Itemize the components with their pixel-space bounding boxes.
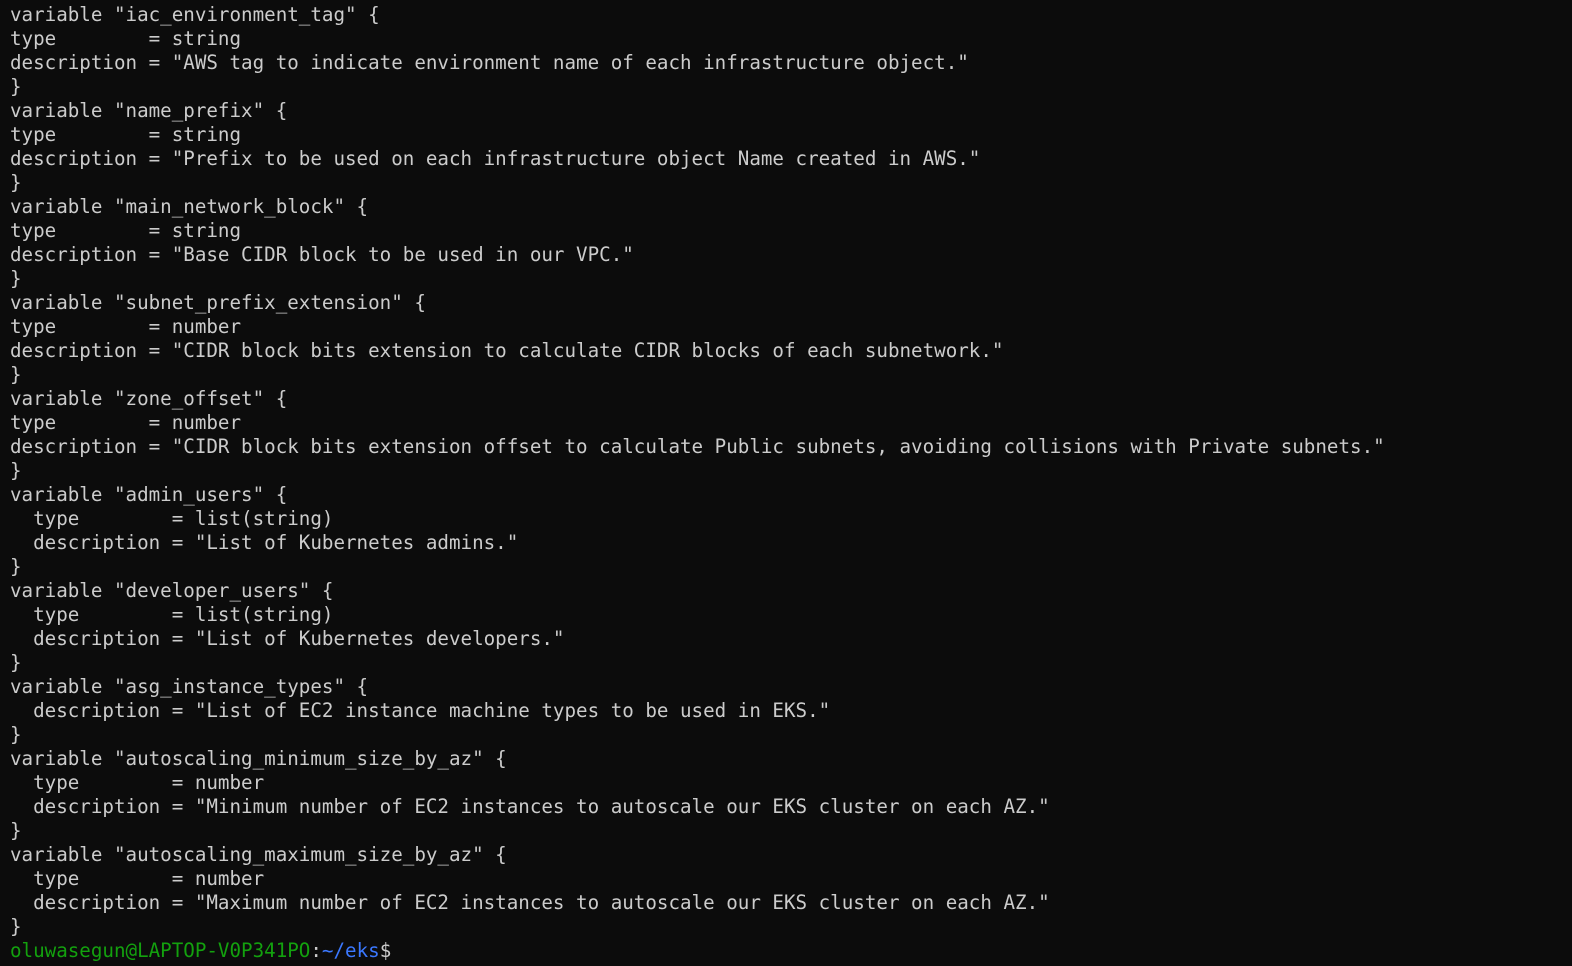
terminal-line: type = string [10, 123, 242, 146]
terminal-line: description = "List of Kubernetes develo… [10, 627, 565, 650]
terminal-line: } [10, 723, 22, 746]
terminal-line: type = number [10, 411, 242, 434]
terminal-line: description = "Base CIDR block to be use… [10, 243, 634, 266]
terminal-line: } [10, 819, 22, 842]
terminal-line: type = list(string) [10, 603, 334, 626]
terminal-window[interactable]: variable "iac_environment_tag" {type = s… [0, 0, 1572, 966]
terminal-line: } [10, 363, 22, 386]
terminal-line: description = "Prefix to be used on each… [10, 147, 981, 170]
terminal-line: type = list(string) [10, 507, 334, 530]
terminal-line: description = "AWS tag to indicate envir… [10, 51, 969, 74]
terminal-line: type = string [10, 27, 242, 50]
terminal-line: variable "autoscaling_maximum_size_by_az… [10, 843, 507, 866]
terminal-line: } [10, 171, 22, 194]
terminal-line: description = "CIDR block bits extension… [10, 339, 1004, 362]
prompt-symbol: $ [379, 939, 392, 962]
terminal-line: variable "main_network_block" { [10, 195, 369, 218]
terminal-line: variable "autoscaling_minimum_size_by_az… [10, 747, 507, 770]
terminal-line: } [10, 915, 22, 938]
terminal-line: description = "Minimum number of EC2 ins… [10, 795, 1050, 818]
terminal-line: } [10, 555, 22, 578]
prompt-separator: : [310, 939, 322, 962]
terminal-line: } [10, 75, 22, 98]
terminal-line: } [10, 267, 22, 290]
prompt-path: ~/eks [321, 939, 380, 962]
terminal-line: type = number [10, 867, 265, 890]
terminal-line: description = "List of EC2 instance mach… [10, 699, 831, 722]
terminal-line: } [10, 459, 22, 482]
terminal-line: type = string [10, 219, 242, 242]
terminal-line: variable "name_prefix" { [10, 99, 288, 122]
terminal-line: description = "List of Kubernetes admins… [10, 531, 519, 554]
terminal-line: description = "CIDR block bits extension… [10, 435, 1385, 458]
terminal-line: type = number [10, 315, 242, 338]
prompt-user-host: oluwasegun@LAPTOP-V0P341PO [10, 939, 311, 962]
terminal-output: variable "iac_environment_tag" {type = s… [10, 3, 1572, 939]
terminal-line: variable "iac_environment_tag" { [10, 3, 380, 26]
terminal-line: variable "zone_offset" { [10, 387, 288, 410]
terminal-line: variable "asg_instance_types" { [10, 675, 369, 698]
terminal-line: variable "subnet_prefix_extension" { [10, 291, 426, 314]
terminal-line: variable "admin_users" { [10, 483, 288, 506]
shell-prompt[interactable]: oluwasegun@LAPTOP-V0P341PO:~/eks$ [10, 939, 1572, 963]
terminal-line: type = number [10, 771, 265, 794]
terminal-line: variable "developer_users" { [10, 579, 334, 602]
terminal-line: } [10, 651, 22, 674]
terminal-line: description = "Maximum number of EC2 ins… [10, 891, 1050, 914]
